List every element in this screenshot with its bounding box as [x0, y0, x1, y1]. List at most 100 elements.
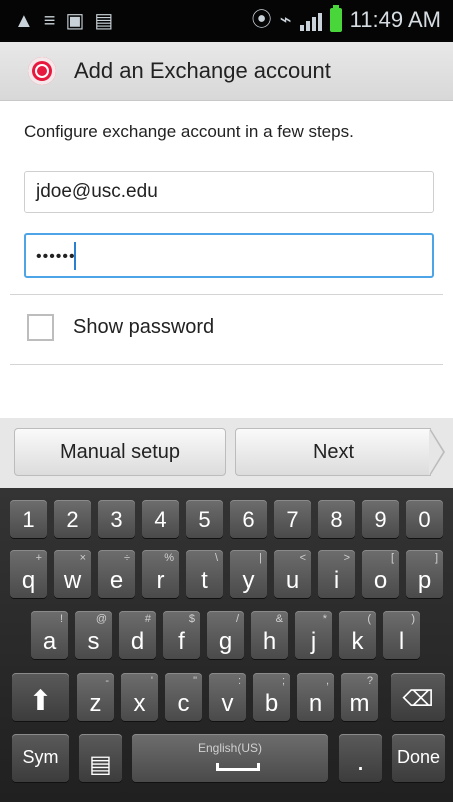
- text-cursor: [74, 242, 76, 270]
- key-label: h: [262, 628, 277, 655]
- key-secondary-label: [: [390, 552, 394, 564]
- key-secondary-label: !: [59, 613, 63, 625]
- key-label: i: [333, 567, 340, 594]
- key-secondary-label: +: [35, 552, 42, 564]
- key-label: 0: [418, 507, 431, 532]
- letter-key[interactable]: # d: [119, 611, 156, 659]
- key-label: z: [89, 690, 102, 717]
- number-key[interactable]: 7: [274, 500, 311, 538]
- backspace-key[interactable]: ⌫: [391, 673, 445, 721]
- number-key[interactable]: 2: [54, 500, 91, 538]
- letter-key[interactable]: % r: [142, 550, 179, 598]
- key-secondary-label: @: [95, 613, 107, 625]
- key-secondary-label: #: [144, 613, 151, 625]
- next-button[interactable]: Next: [235, 428, 431, 476]
- backspace-icon: ⌫: [402, 686, 434, 711]
- key-secondary-label: ,: [325, 675, 329, 687]
- letter-key[interactable]: ) l: [383, 611, 420, 659]
- letter-key[interactable]: ÷ e: [98, 550, 135, 598]
- key-secondary-label: /: [235, 613, 239, 625]
- status-bar: ▲ ≡ ▣ ▤ ⦿ ⌁ 11:49 AM: [0, 0, 453, 42]
- manual-setup-label: Manual setup: [59, 440, 181, 463]
- space-bar-icon: [216, 763, 260, 771]
- key-label: k: [351, 628, 364, 655]
- number-key[interactable]: 9: [362, 500, 399, 538]
- key-label: a: [42, 628, 57, 655]
- letter-key[interactable]: " c: [165, 673, 202, 721]
- letter-key[interactable]: & h: [251, 611, 288, 659]
- done-label: Done: [396, 747, 441, 767]
- letter-key[interactable]: ! a: [31, 611, 68, 659]
- space-label: English(US): [197, 741, 263, 755]
- manual-setup-button[interactable]: Manual setup: [14, 428, 226, 476]
- key-label: l: [398, 628, 405, 655]
- letter-key[interactable]: ' x: [121, 673, 158, 721]
- letter-key[interactable]: -z: [77, 673, 114, 721]
- letter-key[interactable]: + q: [10, 550, 47, 598]
- signal-icon: ⦿: [251, 9, 272, 31]
- number-key[interactable]: 4: [142, 500, 179, 538]
- letter-key[interactable]: $ f: [163, 611, 200, 659]
- key-secondary-label: ?: [366, 675, 373, 687]
- sym-label: Sym: [22, 747, 59, 767]
- letter-key[interactable]: :v: [209, 673, 246, 721]
- clipboard-key[interactable]: ▤: [79, 734, 122, 782]
- number-key[interactable]: 6: [230, 500, 267, 538]
- screen: ▲ ≡ ▣ ▤ ⦿ ⌁ 11:49 AM Add an Exchange acc…: [0, 0, 453, 802]
- page-title: Add an Exchange account: [74, 58, 331, 83]
- number-key[interactable]: 5: [186, 500, 223, 538]
- password-field[interactable]: ••••••: [24, 233, 434, 278]
- letter-key[interactable]: ; b: [253, 673, 290, 721]
- number-key[interactable]: 3: [98, 500, 135, 538]
- key-secondary-label: ÷: [123, 552, 130, 564]
- cell-signal-icon: [299, 9, 322, 31]
- letter-key[interactable]: (k: [339, 611, 376, 659]
- key-label: y: [242, 567, 255, 594]
- key-label: 6: [242, 507, 255, 532]
- letter-key[interactable]: × w: [54, 550, 91, 598]
- key-label: m: [349, 690, 370, 717]
- period-label: .: [356, 745, 365, 776]
- number-key[interactable]: 1: [10, 500, 47, 538]
- letter-key[interactable]: * j: [295, 611, 332, 659]
- key-secondary-label: ]: [434, 552, 438, 564]
- key-label: g: [218, 628, 233, 655]
- divider: [10, 294, 443, 295]
- letter-key[interactable]: < u: [274, 550, 311, 598]
- period-key[interactable]: .: [339, 734, 382, 782]
- letter-key[interactable]: ? m: [341, 673, 378, 721]
- space-key[interactable]: English(US): [132, 734, 328, 782]
- key-label: x: [133, 690, 146, 717]
- number-key[interactable]: 0: [406, 500, 443, 538]
- letter-key[interactable]: [o: [362, 550, 399, 598]
- key-secondary-label: :: [237, 675, 241, 687]
- key-secondary-label: ': [150, 675, 153, 687]
- shift-key[interactable]: ⬆: [12, 673, 69, 721]
- key-label: e: [109, 567, 124, 594]
- key-label: p: [417, 567, 432, 594]
- letter-key[interactable]: | y: [230, 550, 267, 598]
- warning-icon: ▲: [14, 10, 34, 32]
- show-password-label[interactable]: Show password: [73, 316, 214, 339]
- notification-icon: ≡: [43, 10, 56, 32]
- letter-key[interactable]: ] p: [406, 550, 443, 598]
- key-secondary-label: $: [188, 613, 195, 625]
- button-bar: Manual setup Next: [0, 418, 453, 488]
- letter-key[interactable]: \ t: [186, 550, 223, 598]
- letter-key[interactable]: ,n: [297, 673, 334, 721]
- exchange-icon: [28, 57, 56, 85]
- key-label: r: [156, 567, 165, 594]
- email-field[interactable]: jdoe@usc.edu: [24, 171, 434, 213]
- letter-key[interactable]: > i: [318, 550, 355, 598]
- done-key[interactable]: Done: [392, 734, 445, 782]
- status-time: 11:49 AM: [349, 7, 441, 32]
- key-label: 9: [374, 507, 387, 532]
- letter-key[interactable]: / g: [207, 611, 244, 659]
- next-label: Next: [312, 440, 355, 463]
- key-label: 8: [330, 507, 343, 532]
- letter-key[interactable]: @ s: [75, 611, 112, 659]
- show-password-checkbox[interactable]: [27, 314, 54, 341]
- key-label: 3: [110, 507, 123, 532]
- sym-key[interactable]: Sym: [12, 734, 69, 782]
- number-key[interactable]: 8: [318, 500, 355, 538]
